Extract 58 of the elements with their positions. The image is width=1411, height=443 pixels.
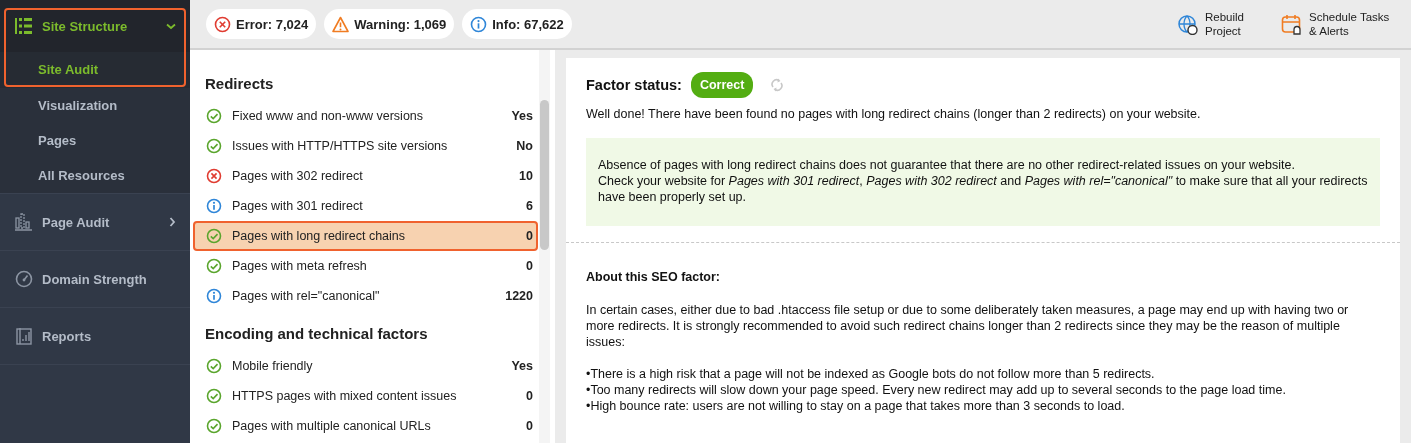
factor-row[interactable]: Pages with 301 redirect 6 [193, 191, 538, 221]
calendar-bell-icon [1281, 13, 1302, 35]
globe-refresh-icon [1177, 13, 1198, 35]
error-circle-icon [206, 168, 222, 184]
factor-row[interactable]: Pages with multiple canonical URLs 0 [193, 411, 538, 441]
warning-icon [332, 15, 350, 33]
counter-pill[interactable]: Info: 67,622 [462, 9, 572, 39]
bullet-text: •Too many redirects will slow down your page speed. Every new redirect may add up to several seconds to the page load time. [586, 382, 1287, 398]
factor-row[interactable]: Issues with HTTP/HTTPS site versions No [193, 131, 538, 161]
factor-row[interactable]: Pages with 302 redirect 10 [193, 161, 538, 191]
info-circle-icon [206, 288, 222, 304]
bullet-text: •High bounce rate: users are not willing to stay on a page that takes more than 3 seconds to load. [586, 398, 1126, 414]
nav-subitem[interactable]: Site Audit [0, 52, 190, 88]
check-circle-icon [206, 358, 222, 374]
status-badge: Correct [690, 72, 754, 98]
check-circle-icon [206, 418, 222, 434]
nav-subitem[interactable]: All Resources [0, 158, 190, 193]
nav-item[interactable]: Page Audit [0, 194, 190, 250]
check-circle-icon [206, 228, 222, 244]
about-text: In certain cases, either due to bad .htaccess file setup or due to some deliberately taken measures, a page may end up with having two or more redirects. It is strongly recommended to avoid such redirect chains longer than 2 redirects since they may be the reason of multiple issues: [586, 302, 1350, 350]
nav-item[interactable]: Reports [0, 308, 190, 364]
factor-row[interactable]: Pages with meta refresh 0 [193, 251, 538, 281]
status-label: Factor status: [586, 77, 682, 93]
scrollbar[interactable] [540, 100, 549, 250]
summary-text: Well done! There have been found no pages with long redirect chains (longer than 2 redirects) on your website. [586, 106, 1202, 122]
check-circle-icon [206, 388, 222, 404]
note-text: Check your website for Pages with 301 redirect, Pages with 302 redirect and Pages with rel="canonical" to make sure that all your redirects have been properly set up. [598, 173, 1368, 205]
factor-row[interactable]: Mobile friendly Yes [193, 351, 538, 381]
check-circle-icon [206, 108, 222, 124]
report-icon [15, 327, 32, 345]
error-circle-icon [214, 15, 231, 33]
factor-row[interactable]: Pages with long redirect chains 0 [193, 221, 538, 251]
nav-item[interactable]: Site Structure [0, 0, 190, 52]
chevron-down-icon [166, 22, 176, 30]
counter-pill[interactable]: Warning: 1,069 [324, 9, 455, 39]
factor-row[interactable]: Fixed www and non-www versions Yes [193, 101, 538, 131]
section-heading: Encoding and technical factors [205, 324, 429, 344]
gauge-icon [14, 270, 33, 288]
schedule-button[interactable]: Schedule Tasks & Alerts [1281, 10, 1397, 38]
section-heading: Redirects [205, 74, 275, 94]
note-text: Absence of pages with long redirect chains does not guarantee that there are no other redirect-related issues on your website. [598, 157, 1296, 173]
check-circle-icon [206, 138, 222, 154]
about-heading: About this SEO factor: [586, 269, 722, 285]
nav-subitem[interactable]: Visualization [0, 88, 190, 123]
refresh-icon[interactable] [770, 78, 785, 92]
bullet-text: •There is a high risk that a page will not be indexed as Google bots do not follow more than 5 redirects. [586, 366, 1156, 382]
check-circle-icon [206, 258, 222, 274]
nav-item[interactable]: Domain Strength [0, 251, 190, 307]
bar-chart-icon [14, 213, 33, 231]
factor-row[interactable]: HTTPS pages with mixed content issues 0 [193, 381, 538, 411]
info-circle-icon [206, 198, 222, 214]
nav-subitem[interactable]: Pages [0, 123, 190, 158]
factor-row[interactable]: Pages with rel="canonical" 1220 [193, 281, 538, 311]
chevron-right-icon [169, 217, 176, 227]
list-icon [14, 17, 33, 35]
info-circle-icon [470, 15, 488, 33]
rebuild-button[interactable]: Rebuild Project [1177, 10, 1255, 38]
counter-pill[interactable]: Error: 7,024 [206, 9, 317, 39]
